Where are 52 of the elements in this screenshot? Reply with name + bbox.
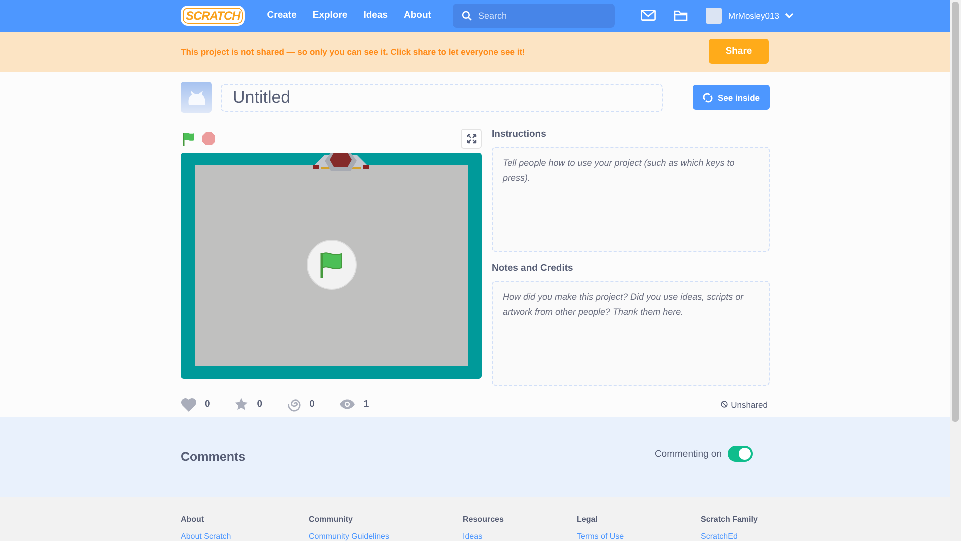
nav-link[interactable]: Ideas (356, 10, 396, 22)
search-icon (462, 10, 472, 21)
fullscreen-button[interactable] (461, 128, 482, 149)
scrollbar[interactable] (950, 0, 961, 541)
commenting-toggle[interactable] (728, 446, 753, 462)
stat-count: 0 (205, 399, 210, 410)
footer-link[interactable]: Community Guidelines (309, 532, 463, 541)
folder-icon[interactable] (674, 10, 688, 22)
banner-message: This project is not shared — so only you can see it. Click share to let everyone see it! (181, 46, 526, 57)
heart-icon[interactable] (181, 398, 197, 412)
nav-link[interactable]: Create (259, 10, 305, 22)
see-inside-button[interactable]: See inside (693, 85, 770, 110)
stat-count: 1 (364, 399, 370, 410)
footer-link[interactable]: Ideas (463, 532, 577, 541)
messages-icon[interactable] (641, 10, 656, 22)
search-field[interactable]: Search (453, 4, 616, 28)
robot-sprite-drawing (311, 150, 371, 173)
flag-icon[interactable] (181, 130, 197, 147)
chevron-down-icon (785, 12, 794, 19)
footer-heading: Scratch Family (701, 515, 759, 524)
spiral-icon (286, 397, 302, 412)
share-status: Unshared (721, 400, 768, 410)
footer-link[interactable]: ScratchEd (701, 532, 950, 541)
stat-count: 0 (257, 399, 263, 410)
notes-heading: Notes and Credits (492, 262, 574, 276)
stat-count: 0 (310, 399, 315, 410)
logo[interactable]: SCRATCH (181, 6, 246, 26)
project-thumbnail (181, 82, 212, 114)
project-title-field[interactable]: Untitled (221, 84, 663, 112)
footer-heading: Community (309, 515, 354, 524)
star-icon[interactable] (234, 397, 250, 412)
user-menu[interactable]: MrMosley013 (706, 8, 794, 24)
flag-icon (318, 251, 344, 280)
nav-link[interactable]: About (396, 10, 440, 22)
footer-heading: Resources (463, 515, 505, 524)
footer-link[interactable]: Terms of Use (577, 532, 701, 541)
eye-icon (338, 399, 356, 410)
refresh-icon (702, 92, 713, 103)
footer-link[interactable]: About Scratch (181, 532, 309, 541)
notes-field[interactable]: How did you make this project? Did you use ideas, scripts or artwork from other people? Thank them here. (492, 280, 770, 386)
footer-heading: Legal (577, 515, 599, 524)
comments-heading: Comments (181, 450, 246, 464)
share-button[interactable]: Share (709, 39, 769, 64)
instructions-field[interactable]: Tell people how to use your project (such as which keys to press). (492, 146, 770, 252)
footer-heading: About (181, 515, 206, 524)
instructions-heading: Instructions (492, 128, 548, 142)
blocked-icon (721, 401, 728, 408)
stop-icon[interactable] (202, 132, 216, 146)
commenting-label: Commenting on (654, 448, 722, 460)
expand-icon (466, 134, 476, 144)
avatar-icon (706, 8, 722, 24)
nav-link[interactable]: Explore (304, 10, 356, 22)
